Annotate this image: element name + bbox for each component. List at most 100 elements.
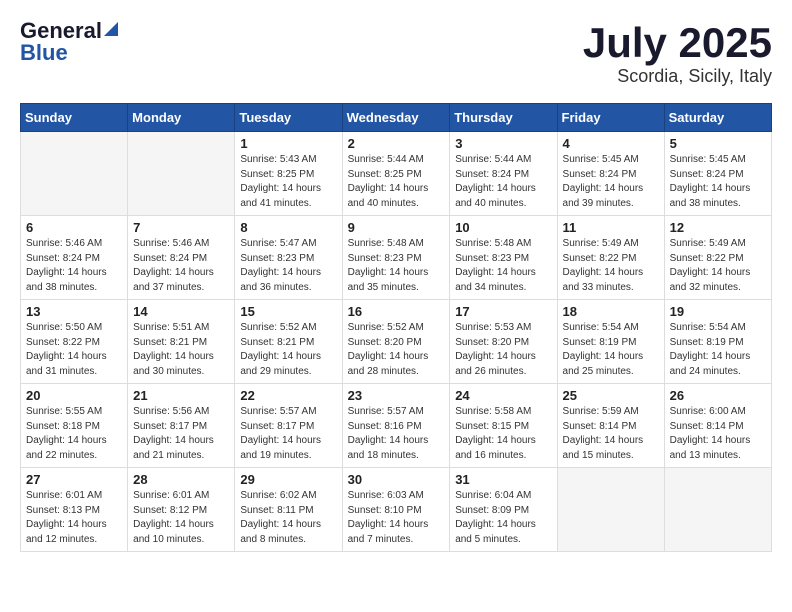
day-number: 5 [670,136,766,151]
cell-daylight-info: Sunrise: 5:46 AM Sunset: 8:24 PM Dayligh… [133,237,229,295]
day-number: 7 [133,220,229,235]
calendar-cell: 8Sunrise: 5:47 AM Sunset: 8:23 PM Daylig… [235,216,342,300]
calendar-cell: 6 Sunrise: 5:46 AM Sunset: 8:24 PM Daylig… [21,216,128,300]
page-header: General Blue July 2025 Scordia, Sicily, … [20,20,772,87]
cell-daylight-info: Sunrise: 5:57 AM Sunset: 8:17 PM Dayligh… [240,405,336,463]
day-number: 10 [455,220,551,235]
calendar-cell: 25Sunrise: 5:59 AM Sunset: 8:14 PM Dayli… [557,384,664,468]
logo-blue-text: Blue [20,42,68,64]
cell-daylight-info: Sunrise: 5:48 AM Sunset: 8:23 PM Dayligh… [348,237,445,295]
calendar-cell: 9 Sunrise: 5:48 AM Sunset: 8:23 PM Daylig… [342,216,450,300]
cell-daylight-info: Sunrise: 5:47 AM Sunset: 8:23 PM Dayligh… [240,237,336,295]
month-title: July 2025 [583,20,772,66]
calendar-cell [21,132,128,216]
calendar-cell: 18Sunrise: 5:54 AM Sunset: 8:19 PM Dayli… [557,300,664,384]
calendar-cell: 10 Sunrise: 5:48 AM Sunset: 8:23 PM Dayli… [450,216,557,300]
cell-daylight-info: Sunrise: 5:52 AM Sunset: 8:20 PM Dayligh… [348,321,445,379]
calendar-cell: 28 Sunrise: 6:01 AM Sunset: 8:12 PM Dayli… [128,468,235,552]
cell-daylight-info: Sunrise: 5:49 AM Sunset: 8:22 PM Dayligh… [670,237,766,295]
cell-daylight-info: Sunrise: 5:57 AM Sunset: 8:16 PM Dayligh… [348,405,445,463]
day-number: 23 [348,388,445,403]
cell-daylight-info: Sunrise: 5:46 AM Sunset: 8:24 PM Dayligh… [26,237,122,295]
calendar-week-row: 6 Sunrise: 5:46 AM Sunset: 8:24 PM Daylig… [21,216,772,300]
logo: General Blue [20,20,118,64]
day-number: 16 [348,304,445,319]
day-number: 30 [348,472,445,487]
calendar-cell: 13 Sunrise: 5:50 AM Sunset: 8:22 PM Dayli… [21,300,128,384]
day-number: 2 [348,136,445,151]
calendar-cell: 15 Sunrise: 5:52 AM Sunset: 8:21 PM Dayli… [235,300,342,384]
calendar-cell: 17Sunrise: 5:53 AM Sunset: 8:20 PM Dayli… [450,300,557,384]
cell-daylight-info: Sunrise: 5:50 AM Sunset: 8:22 PM Dayligh… [26,321,122,379]
day-number: 11 [563,220,659,235]
day-number: 4 [563,136,659,151]
cell-daylight-info: Sunrise: 5:45 AM Sunset: 8:24 PM Dayligh… [670,153,766,211]
title-block: July 2025 Scordia, Sicily, Italy [583,20,772,87]
calendar-cell: 19 Sunrise: 5:54 AM Sunset: 8:19 PM Dayli… [664,300,771,384]
col-header-saturday: Saturday [664,104,771,132]
calendar-cell: 3 Sunrise: 5:44 AM Sunset: 8:24 PM Daylig… [450,132,557,216]
calendar-cell: 5 Sunrise: 5:45 AM Sunset: 8:24 PM Daylig… [664,132,771,216]
calendar-cell: 30 Sunrise: 6:03 AM Sunset: 8:10 PM Dayli… [342,468,450,552]
calendar-cell: 2 Sunrise: 5:44 AM Sunset: 8:25 PM Daylig… [342,132,450,216]
cell-daylight-info: Sunrise: 5:54 AM Sunset: 8:19 PM Dayligh… [563,321,659,379]
day-number: 28 [133,472,229,487]
calendar-cell: 24Sunrise: 5:58 AM Sunset: 8:15 PM Dayli… [450,384,557,468]
calendar-week-row: 13 Sunrise: 5:50 AM Sunset: 8:22 PM Dayli… [21,300,772,384]
day-number: 31 [455,472,551,487]
col-header-monday: Monday [128,104,235,132]
day-number: 26 [670,388,766,403]
day-number: 6 [26,220,122,235]
calendar-cell: 4 Sunrise: 5:45 AM Sunset: 8:24 PM Daylig… [557,132,664,216]
calendar-cell: 14Sunrise: 5:51 AM Sunset: 8:21 PM Dayli… [128,300,235,384]
day-number: 29 [240,472,336,487]
calendar-cell: 12 Sunrise: 5:49 AM Sunset: 8:22 PM Dayli… [664,216,771,300]
calendar-cell: 22 Sunrise: 5:57 AM Sunset: 8:17 PM Dayli… [235,384,342,468]
cell-daylight-info: Sunrise: 5:59 AM Sunset: 8:14 PM Dayligh… [563,405,659,463]
day-number: 12 [670,220,766,235]
calendar-cell [664,468,771,552]
logo-general-text: General [20,20,102,42]
day-number: 22 [240,388,336,403]
calendar-cell: 11 Sunrise: 5:49 AM Sunset: 8:22 PM Dayli… [557,216,664,300]
cell-daylight-info: Sunrise: 5:44 AM Sunset: 8:24 PM Dayligh… [455,153,551,211]
calendar-header-row: SundayMondayTuesdayWednesdayThursdayFrid… [21,104,772,132]
cell-daylight-info: Sunrise: 6:03 AM Sunset: 8:10 PM Dayligh… [348,489,445,547]
calendar-week-row: 27Sunrise: 6:01 AM Sunset: 8:13 PM Dayli… [21,468,772,552]
cell-daylight-info: Sunrise: 5:44 AM Sunset: 8:25 PM Dayligh… [348,153,445,211]
day-number: 24 [455,388,551,403]
col-header-friday: Friday [557,104,664,132]
calendar-table: SundayMondayTuesdayWednesdayThursdayFrid… [20,103,772,552]
day-number: 9 [348,220,445,235]
cell-daylight-info: Sunrise: 6:02 AM Sunset: 8:11 PM Dayligh… [240,489,336,547]
calendar-cell: 20Sunrise: 5:55 AM Sunset: 8:18 PM Dayli… [21,384,128,468]
calendar-cell: 31 Sunrise: 6:04 AM Sunset: 8:09 PM Dayli… [450,468,557,552]
day-number: 3 [455,136,551,151]
day-number: 19 [670,304,766,319]
day-number: 27 [26,472,122,487]
col-header-tuesday: Tuesday [235,104,342,132]
cell-daylight-info: Sunrise: 5:55 AM Sunset: 8:18 PM Dayligh… [26,405,122,463]
calendar-cell [557,468,664,552]
calendar-cell: 16 Sunrise: 5:52 AM Sunset: 8:20 PM Dayli… [342,300,450,384]
cell-daylight-info: Sunrise: 5:45 AM Sunset: 8:24 PM Dayligh… [563,153,659,211]
cell-daylight-info: Sunrise: 5:53 AM Sunset: 8:20 PM Dayligh… [455,321,551,379]
location-subtitle: Scordia, Sicily, Italy [583,66,772,87]
calendar-cell: 7 Sunrise: 5:46 AM Sunset: 8:24 PM Daylig… [128,216,235,300]
logo-triangle-icon [104,22,118,36]
cell-daylight-info: Sunrise: 6:00 AM Sunset: 8:14 PM Dayligh… [670,405,766,463]
day-number: 14 [133,304,229,319]
col-header-wednesday: Wednesday [342,104,450,132]
cell-daylight-info: Sunrise: 5:49 AM Sunset: 8:22 PM Dayligh… [563,237,659,295]
calendar-cell [128,132,235,216]
cell-daylight-info: Sunrise: 5:54 AM Sunset: 8:19 PM Dayligh… [670,321,766,379]
day-number: 21 [133,388,229,403]
cell-daylight-info: Sunrise: 5:52 AM Sunset: 8:21 PM Dayligh… [240,321,336,379]
day-number: 15 [240,304,336,319]
cell-daylight-info: Sunrise: 6:04 AM Sunset: 8:09 PM Dayligh… [455,489,551,547]
calendar-cell: 26 Sunrise: 6:00 AM Sunset: 8:14 PM Dayli… [664,384,771,468]
calendar-cell: 23 Sunrise: 5:57 AM Sunset: 8:16 PM Dayli… [342,384,450,468]
cell-daylight-info: Sunrise: 5:48 AM Sunset: 8:23 PM Dayligh… [455,237,551,295]
day-number: 13 [26,304,122,319]
cell-daylight-info: Sunrise: 6:01 AM Sunset: 8:12 PM Dayligh… [133,489,229,547]
